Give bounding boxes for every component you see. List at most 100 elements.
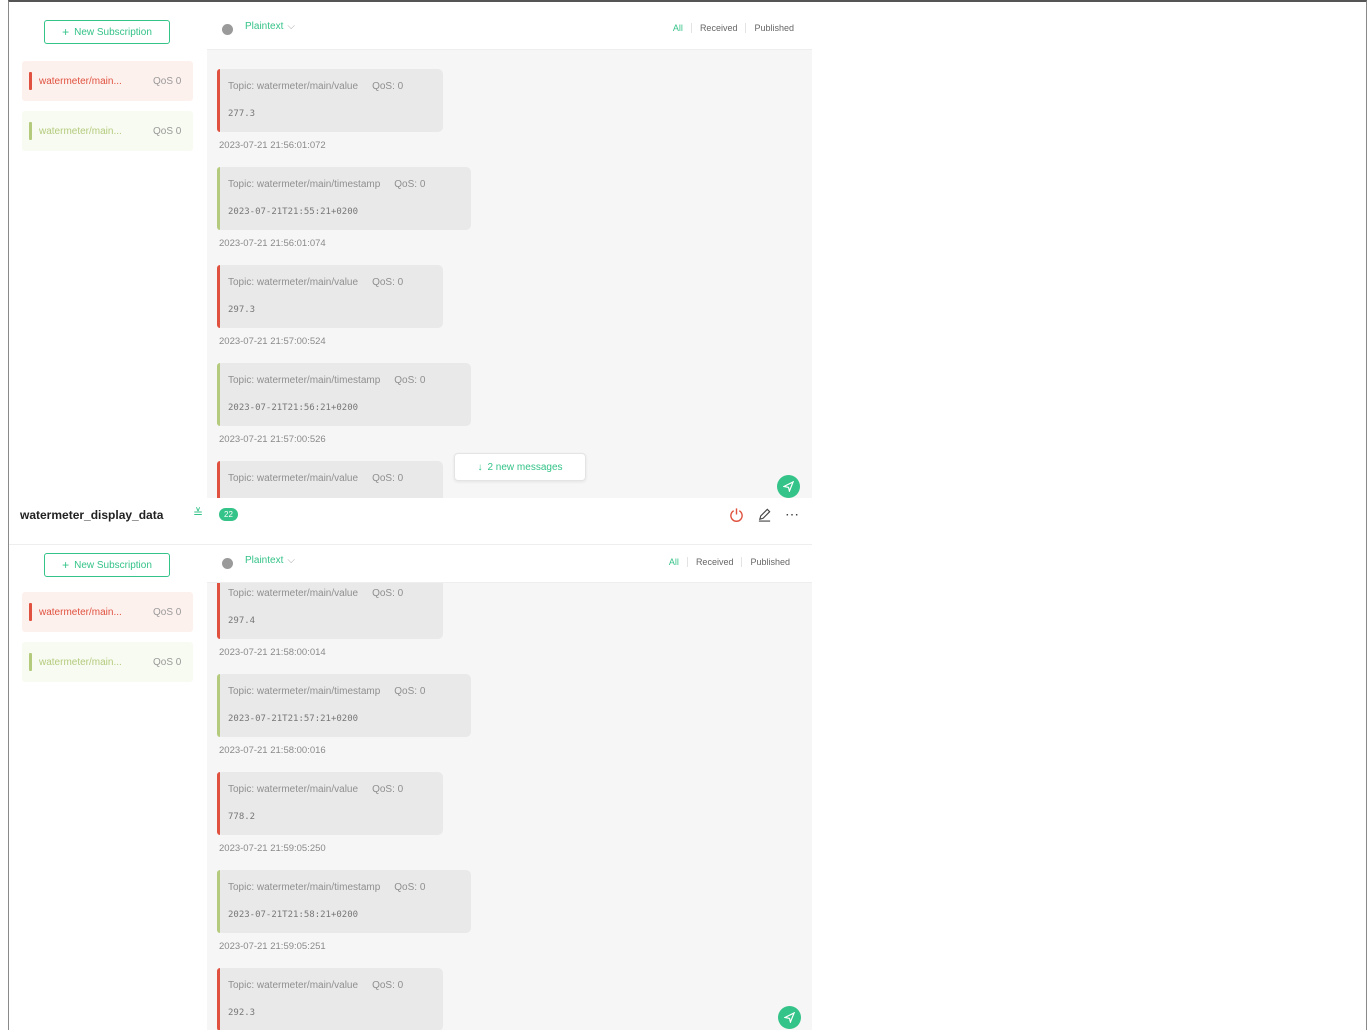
subscription-sidebar: + New Subscription watermeter/main... Qo… — [9, 6, 202, 498]
payload-type-select[interactable]: Plaintext ⌵ — [245, 21, 295, 32]
message-payload: 778.2 — [228, 812, 256, 822]
subscription-topic: watermeter/main... — [39, 606, 122, 618]
new-messages-button[interactable]: ↓ 2 new messages — [454, 453, 586, 481]
message-color-edge — [217, 167, 220, 230]
message-topic-text: Topic: watermeter/main/timestamp — [228, 882, 381, 893]
filter-received[interactable]: Received — [686, 557, 742, 567]
filter-published[interactable]: Published — [745, 23, 802, 33]
message-card[interactable]: Topic: watermeter/main/value QoS: 0 297.4 — [217, 576, 443, 639]
message-card[interactable]: Topic: watermeter/main/value QoS: 0 778.2 — [217, 772, 443, 835]
message-topic-text: Topic: watermeter/main/timestamp — [228, 375, 381, 386]
message-color-edge — [217, 576, 220, 639]
message-topic: Topic: watermeter/main/value QoS: 0 — [228, 784, 403, 795]
message-topic: Topic: watermeter/main/value QoS: 0 — [228, 980, 403, 991]
subscription-qos: QoS 0 — [153, 75, 182, 87]
new-subscription-label: New Subscription — [74, 26, 152, 38]
message-timestamp: 2023-07-21 21:56:01:074 — [219, 238, 326, 249]
message-topic-text: Topic: watermeter/main/value — [228, 81, 359, 92]
message-topic: Topic: watermeter/main/value QoS: 0 — [228, 277, 403, 288]
message-timestamp: 2023-07-21 21:57:00:524 — [219, 336, 326, 347]
message-payload: 2023-07-21T21:57:21+0200 — [228, 714, 359, 724]
more-icon[interactable]: ⋯ — [785, 506, 800, 523]
message-qos: QoS: 0 — [372, 784, 404, 795]
message-topic-text: Topic: watermeter/main/value — [228, 473, 359, 484]
message-topic-text: Topic: watermeter/main/timestamp — [228, 179, 381, 190]
message-toolbar: Plaintext ⌵ All Received Published — [207, 545, 812, 583]
new-subscription-button[interactable]: + New Subscription — [44, 553, 170, 577]
message-topic: Topic: watermeter/main/value QoS: 0 — [228, 473, 403, 484]
edit-icon[interactable] — [757, 507, 772, 522]
message-color-edge — [217, 363, 220, 426]
message-topic: Topic: watermeter/main/value QoS: 0 — [228, 81, 403, 92]
top-connection-panel: + New Subscription watermeter/main... Qo… — [9, 6, 812, 498]
payload-dot-icon[interactable] — [222, 24, 233, 35]
message-card[interactable]: Topic: watermeter/main/value QoS: 0 297.3 — [217, 265, 443, 328]
message-topic: Topic: watermeter/main/timestamp QoS: 0 — [228, 179, 425, 190]
message-card[interactable]: Topic: watermeter/main/value QoS: 0 292.3 — [217, 968, 443, 1030]
message-topic: Topic: watermeter/main/timestamp QoS: 0 — [228, 686, 425, 697]
message-payload: 2023-07-21T21:55:21+0200 — [228, 207, 359, 217]
message-topic: Topic: watermeter/main/timestamp QoS: 0 — [228, 882, 425, 893]
message-color-edge — [217, 870, 220, 933]
message-payload: 2023-07-21T21:58:21+0200 — [228, 910, 359, 920]
connection-header: watermeter_display_data ≚ 22 ⋯ — [9, 498, 812, 545]
message-color-edge — [217, 674, 220, 737]
send-message-button[interactable] — [777, 475, 800, 498]
connection-name: watermeter_display_data — [20, 508, 164, 522]
message-qos: QoS: 0 — [372, 473, 404, 484]
payload-type-label: Plaintext — [245, 21, 284, 32]
message-timestamp: 2023-07-21 21:59:05:251 — [219, 941, 326, 952]
message-filter-tabs: All Received Published — [661, 557, 798, 567]
message-card[interactable]: Topic: watermeter/main/value QoS: 0 277.3 — [217, 69, 443, 132]
message-qos: QoS: 0 — [394, 882, 426, 893]
subscription-sidebar: + New Subscription watermeter/main... Qo… — [9, 545, 202, 1030]
message-topic-text: Topic: watermeter/main/value — [228, 277, 359, 288]
subscription-item[interactable]: watermeter/main... QoS 0 — [22, 642, 193, 682]
message-qos: QoS: 0 — [394, 375, 426, 386]
message-card[interactable]: Topic: watermeter/main/timestamp QoS: 0 20… — [217, 363, 471, 426]
payload-dot-icon[interactable] — [222, 558, 233, 569]
filter-all[interactable]: All — [661, 557, 687, 567]
message-topic-text: Topic: watermeter/main/value — [228, 588, 359, 599]
message-payload: 2023-07-21T21:56:21+0200 — [228, 403, 359, 413]
message-count-badge: 22 — [219, 508, 238, 521]
message-topic: Topic: watermeter/main/timestamp QoS: 0 — [228, 375, 425, 386]
new-messages-label: 2 new messages — [487, 461, 563, 473]
message-list: Topic: watermeter/main/value QoS: 0 297.4 2… — [207, 576, 812, 1030]
subscription-color-bar — [29, 603, 32, 621]
collapse-icon[interactable]: ≚ — [193, 506, 203, 520]
subscription-qos: QoS 0 — [153, 606, 182, 618]
arrow-down-icon: ↓ — [477, 461, 483, 473]
message-card[interactable]: Topic: watermeter/main/timestamp QoS: 0 20… — [217, 870, 471, 933]
subscription-qos: QoS 0 — [153, 656, 182, 668]
subscription-color-bar — [29, 653, 32, 671]
filter-all[interactable]: All — [665, 23, 691, 33]
message-payload: 297.4 — [228, 616, 256, 626]
send-message-button[interactable] — [778, 1006, 801, 1029]
message-timestamp: 2023-07-21 21:58:00:014 — [219, 647, 326, 658]
plus-icon: + — [62, 558, 70, 572]
subscription-item[interactable]: watermeter/main... QoS 0 — [22, 592, 193, 632]
message-timestamp: 2023-07-21 21:56:01:072 — [219, 140, 326, 151]
message-timestamp: 2023-07-21 21:58:00:016 — [219, 745, 326, 756]
power-icon[interactable] — [729, 507, 744, 522]
filter-published[interactable]: Published — [741, 557, 798, 567]
message-card[interactable]: Topic: watermeter/main/timestamp QoS: 0 20… — [217, 167, 471, 230]
message-card[interactable]: Topic: watermeter/main/value QoS: 0 — [217, 461, 443, 498]
message-color-edge — [217, 772, 220, 835]
message-area[interactable]: Plaintext ⌵ All Received Published Topic:… — [207, 6, 812, 498]
message-color-edge — [217, 461, 220, 498]
subscription-topic: watermeter/main... — [39, 656, 122, 668]
payload-type-select[interactable]: Plaintext ⌵ — [245, 555, 295, 566]
plus-icon: + — [62, 25, 70, 39]
subscription-topic: watermeter/main... — [39, 125, 122, 137]
message-topic-text: Topic: watermeter/main/value — [228, 980, 359, 991]
subscription-item[interactable]: watermeter/main... QoS 0 — [22, 111, 193, 151]
message-card[interactable]: Topic: watermeter/main/timestamp QoS: 0 20… — [217, 674, 471, 737]
subscription-item[interactable]: watermeter/main... QoS 0 — [22, 61, 193, 101]
filter-received[interactable]: Received — [690, 23, 746, 33]
message-qos: QoS: 0 — [372, 81, 404, 92]
message-area[interactable]: Plaintext ⌵ All Received Published Topic:… — [207, 545, 812, 1030]
message-filter-tabs: All Received Published — [665, 23, 802, 33]
new-subscription-button[interactable]: + New Subscription — [44, 20, 170, 44]
